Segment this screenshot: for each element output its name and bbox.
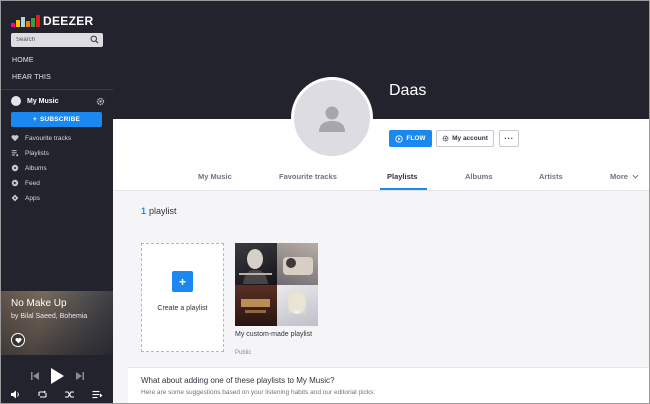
gear-icon[interactable]	[96, 97, 105, 106]
logo-bars-icon	[11, 15, 40, 27]
my-account-button[interactable]: My account	[436, 130, 494, 147]
subscribe-label: SUBSCRIBE	[39, 116, 81, 123]
sidebar-item-feed[interactable]: Feed	[11, 177, 40, 189]
now-playing-artist[interactable]: by Bilal Saeed, Bohemia	[11, 313, 87, 320]
playlist-count-number: 1	[141, 206, 147, 216]
repeat-icon[interactable]	[37, 390, 48, 399]
gear-icon	[442, 135, 449, 142]
sidebar: DEEZER HOME HEAR THIS My Music + SUBSCRI…	[1, 1, 113, 403]
tab-more[interactable]: More	[610, 172, 639, 181]
sidebar-divider	[1, 89, 113, 90]
playlist-count: 1 playlist	[141, 206, 177, 216]
volume-icon[interactable]	[10, 390, 20, 399]
tab-albums[interactable]: Albums	[465, 172, 493, 181]
playlist-title[interactable]: My custom-made playlist	[235, 330, 315, 339]
search-icon[interactable]	[90, 35, 99, 44]
sidebar-item-favourite-tracks[interactable]: Favourite tracks	[11, 132, 71, 144]
create-playlist-label: Create a playlist	[157, 305, 208, 312]
sidebar-item-albums[interactable]: Albums	[11, 162, 47, 174]
flow-play-icon	[395, 134, 404, 143]
playlist-cover[interactable]	[235, 243, 318, 326]
suggestions-subtitle: Here are some suggestions based on your …	[141, 389, 376, 396]
profile-name: Daas	[389, 82, 427, 99]
suggestions-panel	[128, 367, 649, 403]
search-box	[11, 33, 103, 47]
create-playlist-card[interactable]	[141, 243, 224, 352]
cover-art-image	[241, 298, 270, 313]
plus-icon[interactable]: +	[172, 271, 193, 292]
my-music-label: My Music	[27, 97, 59, 105]
sidebar-item-label: Apps	[25, 194, 40, 202]
my-music-row[interactable]: My Music	[11, 95, 105, 107]
app-window: DEEZER HOME HEAR THIS My Music + SUBSCRI…	[0, 0, 650, 404]
player-controls	[1, 357, 113, 403]
logo-wordmark: DEEZER	[43, 14, 94, 28]
sidebar-item-label: Favourite tracks	[25, 134, 72, 142]
play-icon[interactable]	[49, 367, 65, 385]
now-playing-title[interactable]: No Make Up	[11, 298, 67, 309]
sidebar-item-label: Playlists	[25, 149, 49, 157]
profile-header	[113, 1, 649, 119]
feed-icon	[11, 179, 19, 187]
deezer-logo[interactable]: DEEZER	[11, 9, 93, 27]
chevron-down-icon	[632, 174, 639, 179]
previous-icon[interactable]	[30, 371, 40, 381]
tab-more-label: More	[610, 172, 628, 181]
tab-playlists[interactable]: Playlists	[387, 172, 417, 181]
nav-home[interactable]: HOME	[12, 57, 34, 64]
tab-my-music[interactable]: My Music	[198, 172, 232, 181]
queue-icon[interactable]	[92, 390, 103, 399]
my-account-label: My account	[452, 135, 488, 142]
cover-art-image	[282, 257, 313, 275]
user-icon	[319, 106, 345, 132]
next-icon[interactable]	[75, 371, 85, 381]
sidebar-item-label: Albums	[25, 164, 47, 172]
tab-artists[interactable]: Artists	[539, 172, 563, 181]
apps-icon	[11, 194, 19, 202]
sidebar-item-label: Feed	[25, 179, 40, 187]
nav-hear-this[interactable]: HEAR THIS	[12, 74, 51, 81]
subscribe-button[interactable]: + SUBSCRIBE	[11, 112, 102, 127]
sidebar-item-playlists[interactable]: Playlists	[11, 147, 49, 159]
shuffle-icon[interactable]	[64, 390, 75, 399]
sidebar-item-apps[interactable]: Apps	[11, 192, 40, 204]
playlist-count-label: playlist	[149, 206, 177, 216]
playlist-visibility: Public	[235, 350, 252, 356]
cover-art-image	[286, 288, 307, 315]
cover-art-image	[239, 249, 272, 284]
search-input[interactable]	[16, 34, 86, 46]
more-options-button[interactable]: ···	[499, 130, 519, 147]
flow-label: FLOW	[406, 135, 426, 142]
heart-icon	[14, 337, 22, 343]
profile-avatar	[291, 77, 373, 159]
active-tab-indicator	[380, 188, 427, 190]
user-avatar-small	[11, 96, 21, 106]
album-icon	[11, 164, 19, 172]
favourite-track-button[interactable]	[11, 333, 25, 347]
tab-favourite-tracks[interactable]: Favourite tracks	[279, 172, 337, 181]
playlist-icon	[11, 150, 19, 157]
flow-button[interactable]: FLOW	[389, 130, 432, 147]
heart-icon	[11, 135, 19, 142]
plus-icon: +	[32, 116, 37, 123]
suggestions-title: What about adding one of these playlists…	[141, 376, 335, 385]
